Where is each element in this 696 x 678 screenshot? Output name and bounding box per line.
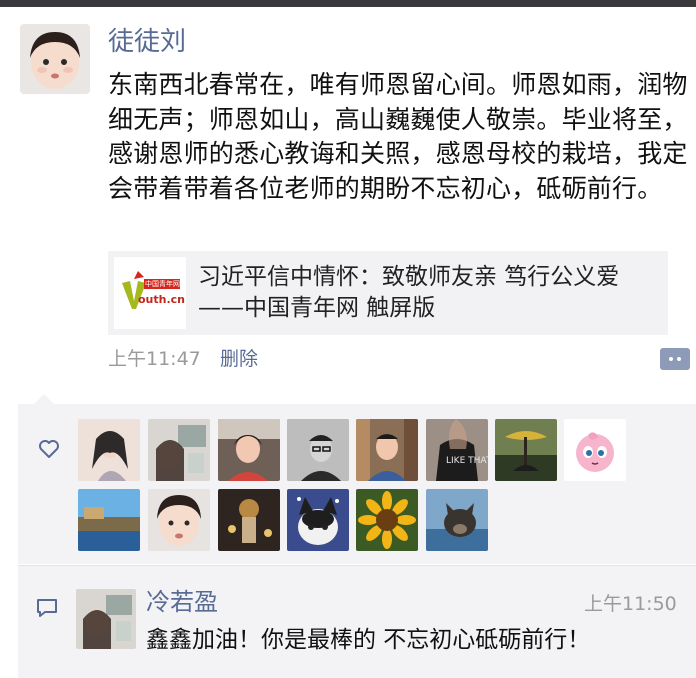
post-timestamp: 上午11:47 <box>108 348 201 370</box>
shirt-text: LIKE THAT <box>446 456 488 466</box>
liker-avatar-5[interactable] <box>356 419 418 481</box>
liker-avatar-3[interactable] <box>218 419 280 481</box>
liker-avatar-13[interactable] <box>356 489 418 551</box>
author-avatar[interactable] <box>20 24 90 94</box>
youth-cn-logo-thumbnail: 中国青年网 outh.cn <box>114 257 186 329</box>
liker-avatar-10[interactable] <box>148 489 210 551</box>
liker-avatar-14[interactable] <box>426 489 488 551</box>
thumb-brand-top: 中国青年网 <box>145 280 180 288</box>
comment-text[interactable]: 鑫鑫加油！你是最棒的 不忘初心砥砺前行！ <box>146 624 590 656</box>
delete-button[interactable]: 删除 <box>220 346 258 372</box>
liker-avatar-6[interactable]: LIKE THAT <box>426 419 488 481</box>
shared-link-card[interactable]: 中国青年网 outh.cn 习近平信中情怀：致敬师友亲 笃行公义爱——中国青年网… <box>108 251 668 335</box>
liker-avatar-4[interactable] <box>287 419 349 481</box>
thumb-brand-bottom: outh.cn <box>138 293 186 306</box>
liker-avatar-1[interactable] <box>78 419 140 481</box>
heart-icon <box>38 439 60 459</box>
dot-icon <box>677 357 681 361</box>
commenter-avatar[interactable] <box>76 589 136 649</box>
liker-avatar-9[interactable] <box>78 489 140 551</box>
shared-link-title: 习近平信中情怀：致敬师友亲 笃行公义爱——中国青年网 触屏版 <box>198 264 620 321</box>
panel-caret <box>34 394 54 404</box>
liker-avatar-12[interactable] <box>287 489 349 551</box>
liker-avatar-2[interactable] <box>148 419 210 481</box>
commenter-name[interactable]: 冷若盈 <box>146 586 218 618</box>
more-actions-button[interactable] <box>660 348 690 370</box>
status-bar-edge <box>0 0 696 7</box>
comment-timestamp: 上午11:50 <box>584 593 677 615</box>
dot-icon <box>669 357 673 361</box>
post-author-name[interactable]: 徒徒刘 <box>108 24 186 60</box>
comment-icon <box>36 598 58 618</box>
liker-avatar-11[interactable] <box>218 489 280 551</box>
liker-avatar-7[interactable] <box>495 419 557 481</box>
liker-avatar-8[interactable] <box>564 419 626 481</box>
post-body-text: 东南西北春常在，唯有师恩留心间。师恩如雨，润物细无声；师恩如山，高山巍巍使人敬崇… <box>108 70 688 203</box>
